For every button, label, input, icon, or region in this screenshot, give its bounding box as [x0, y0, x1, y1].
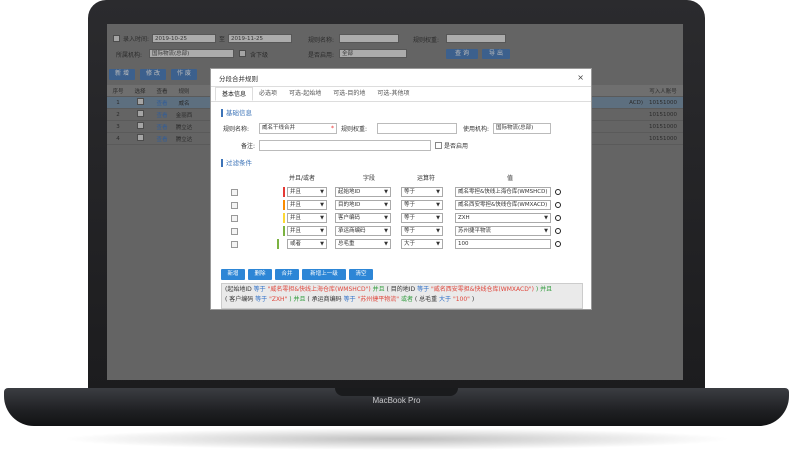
- expression-token: ): [469, 296, 475, 303]
- tab-optional-origin[interactable]: 可选-起始地: [283, 87, 327, 101]
- dialog-title: 分段合并规则: [219, 74, 258, 83]
- laptop-frame: MacBook Pro 录入时间: 2019-10-25 至 2019-11-2…: [0, 0, 793, 464]
- note-input[interactable]: [259, 140, 431, 151]
- tab-optional-other[interactable]: 可选-其他项: [371, 87, 415, 101]
- condition-radio[interactable]: [555, 215, 561, 221]
- operator-select[interactable]: 等于 ▼: [401, 226, 443, 236]
- value-input[interactable]: 威名零担&快线上海仓库(WMSHCD): [455, 187, 551, 197]
- col-value: 值: [507, 175, 514, 182]
- operator-select[interactable]: 等于 ▼: [401, 200, 443, 210]
- expression-token: 等于: [255, 296, 270, 303]
- condition-level-bar: [283, 187, 285, 197]
- col-operator: 运算符: [417, 175, 436, 182]
- field-select[interactable]: 目的地ID ▼: [335, 200, 391, 210]
- expression-token: "苏州捷平物流": [357, 296, 400, 303]
- condition-checkbox[interactable]: [231, 202, 238, 209]
- expression-token: 等于: [253, 286, 268, 293]
- expression-preview: (起始地ID 等于 "威名零担&快线上海仓库(WMSHCD") 并且 ( 目的地…: [221, 283, 583, 309]
- rule-weight-label: 规则权重:: [341, 126, 368, 133]
- screen: 录入时间: 2019-10-25 至 2019-11-25 规则名称: 规则权重…: [107, 24, 683, 380]
- expression-token: ( 总毛重: [414, 296, 440, 303]
- operator-select[interactable]: 等于 ▼: [401, 213, 443, 223]
- expression-token: ( 客户编码: [225, 296, 256, 303]
- value-select[interactable]: 苏州捷平物流 ▼: [455, 226, 551, 236]
- col-field: 字段: [363, 175, 376, 182]
- add-condition-button[interactable]: 新增: [221, 269, 245, 280]
- condition-radio[interactable]: [555, 189, 561, 195]
- condition-radio[interactable]: [555, 202, 561, 208]
- operator-select[interactable]: 等于 ▼: [401, 187, 443, 197]
- field-select[interactable]: 承运商编码 ▼: [335, 226, 391, 236]
- use-org-label: 使用机构:: [463, 126, 490, 133]
- condition-level-bar: [283, 200, 285, 210]
- dialog-titlebar: 分段合并规则 ×: [211, 69, 591, 87]
- rule-name-label: 规则名称:: [223, 126, 250, 133]
- tab-optional-destination[interactable]: 可选-目的地: [327, 87, 371, 101]
- rule-weight-input[interactable]: [377, 123, 457, 134]
- expression-token: ) 并且: [533, 286, 553, 293]
- join-select[interactable]: 并且 ▼: [287, 200, 327, 210]
- laptop-shadow: [60, 428, 733, 450]
- field-select[interactable]: 起始地ID ▼: [335, 187, 391, 197]
- tab-required[interactable]: 必选项: [253, 87, 283, 101]
- expression-token: ( 目的地ID: [386, 286, 418, 293]
- col-join: 并且/或者: [289, 175, 316, 182]
- condition-radio[interactable]: [555, 241, 561, 247]
- expression-line-2: ( 客户编码 等于 "ZXH" ) 并且 ( 承运商编码 等于 "苏州捷平物流"…: [225, 295, 579, 305]
- note-label: 备注:: [241, 143, 256, 150]
- enabled-checkbox[interactable]: [435, 142, 442, 149]
- condition-level-bar: [283, 226, 285, 236]
- condition-radio[interactable]: [555, 228, 561, 234]
- value-input[interactable]: 100: [455, 239, 551, 249]
- merge-button[interactable]: 合并: [275, 269, 299, 280]
- clear-button[interactable]: 清空: [349, 269, 373, 280]
- join-select[interactable]: 并且 ▼: [287, 187, 327, 197]
- condition-level-bar: [277, 239, 279, 249]
- tab-basic-info[interactable]: 基本信息: [215, 87, 254, 101]
- rule-name-input[interactable]: 威名干线合并 *: [259, 123, 337, 134]
- rule-name-value: 威名干线合并: [262, 125, 296, 131]
- expression-token: 并且: [370, 286, 387, 293]
- brand-label: MacBook Pro: [372, 396, 421, 405]
- expression-token: ) 并且: [287, 296, 308, 303]
- dialog-tabs: 基本信息 必选项 可选-起始地 可选-目的地 可选-其他项: [211, 87, 591, 102]
- condition-checkbox[interactable]: [231, 189, 238, 196]
- expression-token: 起始地ID: [227, 286, 254, 293]
- join-select[interactable]: 或者 ▼: [287, 239, 327, 249]
- operator-select[interactable]: 大于 ▼: [401, 239, 443, 249]
- condition-checkbox[interactable]: [231, 215, 238, 222]
- use-org-input[interactable]: 国际物流(总部): [493, 123, 551, 134]
- delete-condition-button[interactable]: 删除: [248, 269, 272, 280]
- value-select[interactable]: ZXH ▼: [455, 213, 551, 223]
- join-select[interactable]: 并且 ▼: [287, 226, 327, 236]
- laptop-notch: [335, 388, 458, 396]
- expression-token: ( 承运商编码: [307, 296, 344, 303]
- section-basic-info: 基础信息: [221, 109, 252, 117]
- section-conditions: 过滤条件: [221, 159, 252, 167]
- required-mark: *: [331, 125, 334, 132]
- expression-token: "ZXH": [269, 296, 288, 303]
- enabled-label: 是否启用: [444, 143, 469, 150]
- expression-token: 大于: [439, 296, 453, 303]
- expression-token: "100": [452, 296, 470, 303]
- expression-token: 或者: [399, 296, 415, 303]
- join-select[interactable]: 并且 ▼: [287, 213, 327, 223]
- condition-checkbox[interactable]: [231, 241, 238, 248]
- field-select[interactable]: 总毛重 ▼: [335, 239, 391, 249]
- close-icon[interactable]: ×: [577, 73, 584, 82]
- condition-level-bar: [283, 213, 285, 223]
- expression-token: 等于: [417, 286, 431, 293]
- expression-token: "威名西安零担&快线仓库(WMXACD"): [431, 286, 534, 293]
- merge-rule-dialog: 分段合并规则 × 基本信息 必选项 可选-起始地 可选-目的地 可选-其他项 基…: [210, 68, 592, 310]
- expression-token: "威名零担&快线上海仓库(WMSHCD"): [267, 286, 371, 293]
- expression-token: 等于: [343, 296, 358, 303]
- add-parent-level-button[interactable]: 新增上一级: [302, 269, 346, 280]
- value-input[interactable]: 威名西安零担&快线仓库(WMXACD): [455, 200, 551, 210]
- field-select[interactable]: 客户编码 ▼: [335, 213, 391, 223]
- condition-checkbox[interactable]: [231, 228, 238, 235]
- expression-line-1: (起始地ID 等于 "威名零担&快线上海仓库(WMSHCD") 并且 ( 目的地…: [225, 285, 579, 295]
